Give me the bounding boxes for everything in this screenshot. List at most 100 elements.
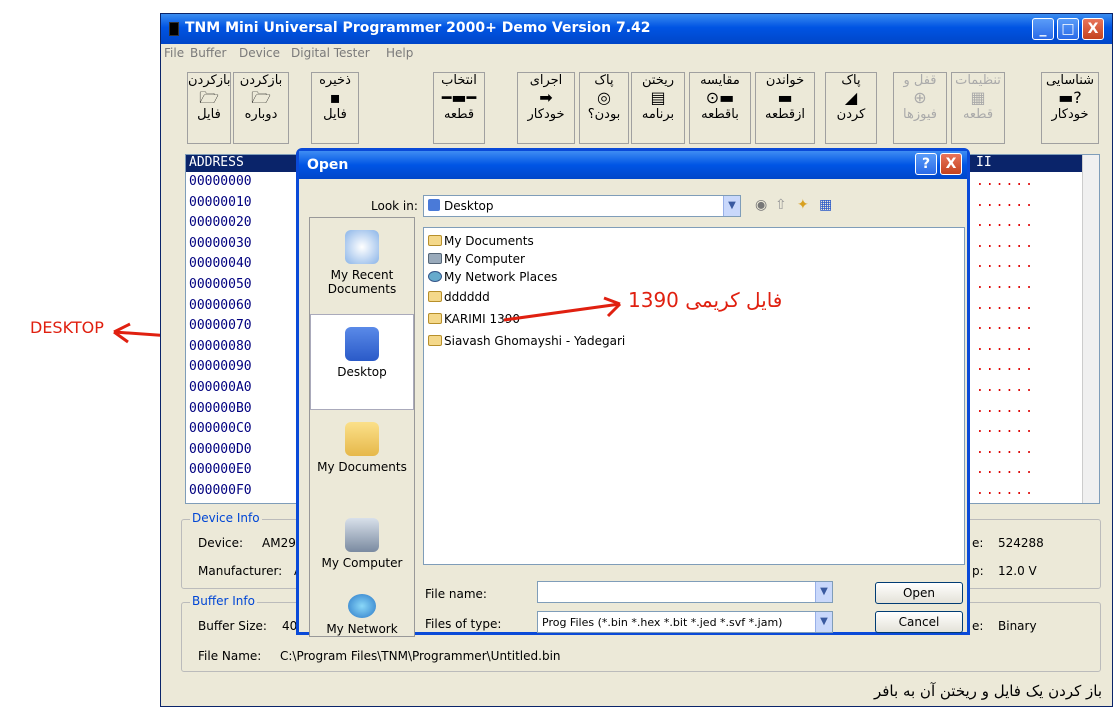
auto-detect-button[interactable]: شناسایی ▬? خودکار xyxy=(1041,72,1099,144)
file-name-label: File Name: xyxy=(198,649,262,663)
file-item-dddddd[interactable]: dddddd xyxy=(428,290,490,308)
file-name-field-label: File name: xyxy=(425,587,487,601)
floppy-icon: ▪ xyxy=(329,88,341,107)
ascii-dots: ...... xyxy=(976,256,1035,272)
lock-fuses-button[interactable]: قفل و ⊕ فیوزها xyxy=(893,72,947,144)
file-item-my-computer[interactable]: My Computer xyxy=(428,252,525,270)
cancel-button[interactable]: Cancel xyxy=(875,611,963,633)
folder-icon xyxy=(428,235,442,246)
place-my-documents[interactable]: My Documents xyxy=(310,410,414,506)
file-item-my-network-places[interactable]: My Network Places xyxy=(428,270,557,288)
menu-file[interactable]: File xyxy=(164,46,184,60)
folder-icon: 🗁 xyxy=(199,88,219,107)
verify-button[interactable]: مقایسه ⊙▬ باقطعه xyxy=(689,72,751,144)
file-type-select[interactable]: Prog Files (*.bin *.hex *.bit *.jed *.sv… xyxy=(537,611,833,633)
ascii-dots: ...... xyxy=(976,359,1035,375)
buffer-type-value: Binary xyxy=(998,619,1037,633)
menu-digital-tester[interactable]: Digital Tester xyxy=(291,46,370,60)
auto-run-button[interactable]: اجرای ➡ خودکار xyxy=(517,72,575,144)
hex-address: 00000070 xyxy=(189,318,252,334)
device-settings-button[interactable]: تنظیمات ▦ قطعه xyxy=(951,72,1005,144)
desktop-icon xyxy=(345,327,379,361)
hex-address: 000000F0 xyxy=(189,483,252,498)
hex-address: 000000D0 xyxy=(189,441,252,457)
buffer-size-label: Buffer Size: xyxy=(198,619,267,633)
menu-device[interactable]: Device xyxy=(239,46,280,60)
ascii-dots: ...... xyxy=(976,421,1035,437)
file-list[interactable]: My Documents My Computer My Network Plac… xyxy=(423,227,965,565)
close-button[interactable]: X xyxy=(1082,18,1104,40)
hex-address: 00000060 xyxy=(189,297,252,313)
hex-address: 00000020 xyxy=(189,215,252,231)
chip-question-icon: ▬? xyxy=(1058,88,1082,107)
ascii-dots: ...... xyxy=(976,380,1035,395)
ascii-dots: ...... xyxy=(976,318,1035,334)
look-in-select[interactable]: Desktop ▼ xyxy=(423,195,741,217)
back-icon[interactable]: ◉ xyxy=(755,197,767,213)
hex-address: 000000A0 xyxy=(189,380,252,395)
save-file-button[interactable]: ذخیره ▪ فایل xyxy=(311,72,359,144)
read-button[interactable]: خواندن ▬ ازقطعه xyxy=(755,72,815,144)
maximize-button[interactable]: □ xyxy=(1057,18,1079,40)
place-my-network[interactable]: My Network xyxy=(310,588,414,636)
settings-icon: ▦ xyxy=(970,88,986,107)
file-item-my-documents[interactable]: My Documents xyxy=(428,234,534,252)
open-button[interactable]: Open xyxy=(875,582,963,604)
menu-buffer[interactable]: Buffer xyxy=(190,46,226,60)
buffer-type-suffix: e: xyxy=(972,619,984,633)
places-bar: My Recent Documents Desktop My Documents… xyxy=(309,217,415,637)
select-device-button[interactable]: انتخاب ━▬━ قطعه xyxy=(433,72,485,144)
read-icon: ▬ xyxy=(777,88,793,107)
write-icon: ▤ xyxy=(650,88,666,107)
ascii-dots: ...... xyxy=(976,483,1035,498)
erase-button[interactable]: پاک ◢ کردن xyxy=(825,72,877,144)
compare-icon: ⊙▬ xyxy=(705,88,735,107)
up-folder-icon[interactable]: ⇧ xyxy=(775,197,787,213)
dialog-close-button[interactable]: X xyxy=(940,153,962,175)
hex-address: 00000040 xyxy=(189,256,252,272)
ascii-dots: ...... xyxy=(976,277,1035,292)
menu-help[interactable]: Help xyxy=(386,46,413,60)
ascii-dots: ...... xyxy=(976,338,1035,354)
file-name-input[interactable]: ▼ xyxy=(537,581,833,603)
title-bar: TNM Mini Universal Programmer 2000+ Demo… xyxy=(161,14,1112,44)
check-icon: ◎ xyxy=(597,88,611,107)
file-arrow xyxy=(503,296,622,322)
ascii-dots: ...... xyxy=(976,400,1035,416)
ascii-dots: ...... xyxy=(976,235,1035,251)
hex-address: 00000030 xyxy=(189,235,252,251)
file-annotation: فایل کریمی 1390 xyxy=(628,288,783,312)
open-dialog: Open ? X Look in: Desktop ▼ ◉ ⇧ ✦ ▦ My R… xyxy=(296,148,970,637)
vertical-scrollbar[interactable] xyxy=(1082,155,1099,503)
look-in-label: Look in: xyxy=(371,199,418,213)
folder-icon xyxy=(428,335,442,346)
device-size-value: 524288 xyxy=(998,536,1044,550)
place-recent-documents[interactable]: My Recent Documents xyxy=(310,218,414,314)
file-name-value: C:\Program Files\TNM\Programmer\Untitled… xyxy=(280,649,561,663)
ascii-dots: ...... xyxy=(976,297,1035,313)
clock-document-icon xyxy=(345,230,379,264)
new-folder-icon[interactable]: ✦ xyxy=(797,197,809,213)
folder-icon xyxy=(428,313,442,324)
chevron-down-icon: ▼ xyxy=(723,196,740,216)
hex-address: 00000000 xyxy=(189,174,252,189)
caption-note: باز کردن یک فایل و ریختن آن به بافر xyxy=(873,682,1102,700)
hex-address: 00000050 xyxy=(189,277,252,292)
open-file-button[interactable]: بازکردن 🗁 فایل xyxy=(187,72,231,144)
chevron-down-icon: ▼ xyxy=(815,612,832,632)
voltage-suffix: p: xyxy=(972,564,984,578)
views-menu-icon[interactable]: ▦ xyxy=(819,197,832,213)
reopen-file-button[interactable]: بازکردن 🗁 دوباره xyxy=(233,72,289,144)
device-value: AM29 xyxy=(262,536,296,550)
program-button[interactable]: ریختن ▤ برنامه xyxy=(631,72,685,144)
erase-icon: ◢ xyxy=(844,88,858,107)
hex-address: 00000090 xyxy=(189,359,252,375)
minimize-button[interactable]: _ xyxy=(1032,18,1054,40)
blank-check-button[interactable]: پاک ◎ بودن؟ xyxy=(579,72,629,144)
help-button[interactable]: ? xyxy=(915,153,937,175)
folder-icon xyxy=(428,291,442,302)
dialog-title: Open xyxy=(307,157,349,173)
toolbar: بازکردن 🗁 فایل بازکردن 🗁 دوباره ذخیره ▪ فایل ا… xyxy=(165,64,1110,150)
file-item-siavash[interactable]: Siavash Ghomayshi - Yadegari xyxy=(428,334,625,352)
place-desktop[interactable]: Desktop xyxy=(310,314,414,410)
